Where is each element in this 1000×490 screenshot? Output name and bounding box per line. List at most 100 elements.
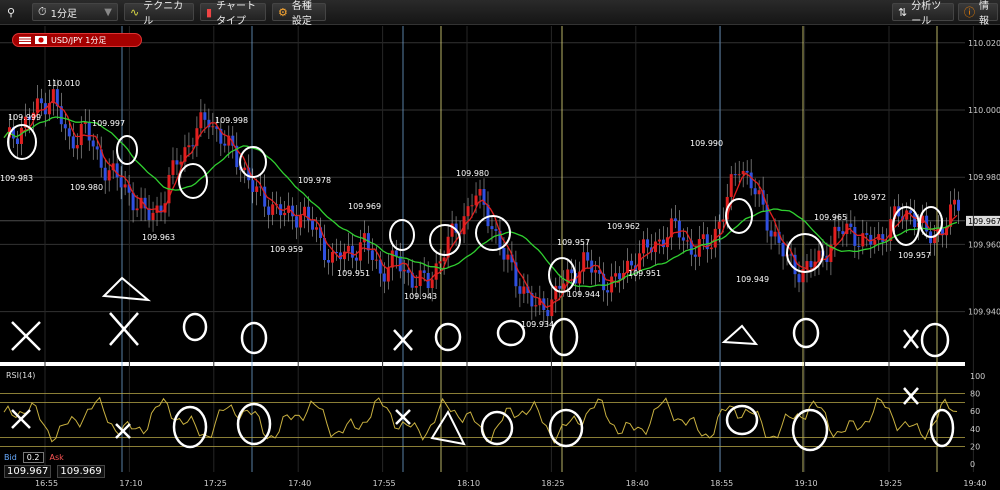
price-annotation: 109.965 bbox=[814, 213, 847, 222]
rsi-label: RSI(14) bbox=[6, 371, 35, 380]
price-annotation: 109.997 bbox=[92, 119, 125, 128]
candle-body bbox=[558, 285, 562, 289]
ask-price[interactable]: 109.969 bbox=[57, 465, 105, 478]
candle-body bbox=[741, 170, 745, 175]
time-tick-label: 17:40 bbox=[288, 479, 311, 488]
hand-drawn-circle bbox=[496, 319, 526, 347]
candle-body bbox=[15, 138, 19, 144]
ask-label: Ask bbox=[49, 453, 64, 462]
jp-flag-icon bbox=[35, 36, 47, 44]
candle-body bbox=[546, 309, 550, 317]
candle-body bbox=[957, 199, 961, 211]
hand-drawn-circle bbox=[116, 135, 138, 165]
time-tick-label: 18:40 bbox=[626, 479, 649, 488]
candle-body bbox=[151, 212, 155, 221]
candle-body bbox=[19, 127, 23, 144]
candle-body bbox=[570, 269, 574, 274]
candle-body bbox=[402, 269, 406, 272]
candle-body bbox=[283, 212, 287, 216]
price-tick-label: 110.000 bbox=[968, 106, 1000, 115]
rsi-tick-label: 0 bbox=[970, 460, 975, 469]
candle-body bbox=[773, 231, 777, 237]
price-tick-label: 109.940 bbox=[968, 308, 1000, 317]
candle-body bbox=[203, 112, 207, 120]
hand-drawn-circle bbox=[172, 405, 208, 449]
candle-body bbox=[267, 206, 271, 215]
candle-body bbox=[610, 276, 614, 293]
candle-body bbox=[857, 245, 861, 247]
candle-body bbox=[370, 250, 374, 260]
candle-body bbox=[681, 237, 685, 241]
price-annotation: 109.951 bbox=[628, 269, 661, 278]
hand-drawn-circle bbox=[389, 219, 415, 251]
candle-body bbox=[51, 89, 55, 104]
time-tick-label: 19:25 bbox=[879, 479, 902, 488]
candle-body bbox=[107, 170, 111, 181]
candle-body bbox=[853, 226, 857, 246]
candle-body bbox=[757, 190, 761, 195]
candle-body bbox=[75, 145, 79, 149]
price-annotation: 109.957 bbox=[557, 238, 590, 247]
price-annotation: 109.978 bbox=[298, 176, 331, 185]
hand-drawn-circle bbox=[480, 410, 514, 446]
candle-body bbox=[606, 290, 610, 293]
candle-body bbox=[709, 247, 713, 250]
rsi-tick-label: 20 bbox=[970, 442, 980, 451]
price-annotation: 109.969 bbox=[348, 202, 381, 211]
candle-body bbox=[550, 299, 554, 317]
candle-body bbox=[470, 205, 474, 207]
hand-drawn-circle bbox=[792, 317, 820, 349]
candle-body bbox=[642, 239, 645, 254]
us-flag-icon bbox=[19, 36, 31, 44]
candle-body bbox=[729, 174, 733, 197]
candle-body bbox=[251, 180, 255, 192]
candle-body bbox=[466, 206, 470, 217]
candle-body bbox=[614, 273, 618, 277]
time-tick-label: 18:10 bbox=[457, 479, 480, 488]
time-tick-label: 17:25 bbox=[204, 479, 227, 488]
rsi-tick-label: 40 bbox=[970, 425, 980, 434]
price-tick-label: 109.980 bbox=[968, 173, 1000, 182]
candle-body bbox=[35, 98, 39, 113]
candle-body bbox=[119, 177, 123, 188]
candle-body bbox=[374, 259, 378, 261]
hand-drawn-triangle bbox=[721, 324, 759, 346]
rsi-tick-label: 100 bbox=[970, 372, 985, 381]
candle-body bbox=[295, 216, 299, 228]
pair-label: USD/JPY 1分足 bbox=[51, 35, 107, 45]
candle-body bbox=[63, 124, 67, 129]
candle-body bbox=[737, 174, 741, 176]
candle-body bbox=[354, 257, 358, 261]
price-annotation: 109.944 bbox=[567, 290, 600, 299]
hand-drawn-circle bbox=[178, 163, 208, 199]
candle-body bbox=[506, 254, 510, 260]
candle-body bbox=[115, 163, 119, 178]
price-chart[interactable]: 110.020 110.000 109.980 109.960 109.940 109.9… bbox=[0, 0, 1000, 490]
candle-body bbox=[645, 239, 649, 248]
time-tick-label: 17:10 bbox=[119, 479, 142, 488]
candle-body bbox=[769, 230, 773, 237]
candle-body bbox=[147, 208, 151, 221]
bid-ask-panel: Bid 0.2 Ask 109.967 109.969 bbox=[4, 452, 105, 482]
candle-body bbox=[809, 261, 813, 268]
candle-body bbox=[749, 172, 753, 189]
bid-price[interactable]: 109.967 bbox=[4, 465, 52, 478]
candle-body bbox=[67, 128, 71, 137]
candle-body bbox=[618, 273, 622, 280]
price-annotation: 109.957 bbox=[898, 251, 931, 260]
candle-body bbox=[753, 188, 757, 195]
candle-body bbox=[95, 146, 99, 150]
price-annotation: 109.972 bbox=[853, 193, 886, 202]
candle-body bbox=[243, 167, 247, 171]
price-annotation: 109.999 bbox=[8, 113, 41, 122]
hand-drawn-circle bbox=[240, 321, 268, 355]
candle-body bbox=[135, 208, 139, 211]
candle-body bbox=[311, 220, 315, 230]
candle-body bbox=[534, 305, 538, 307]
candle-body bbox=[442, 257, 446, 262]
hand-drawn-circle bbox=[549, 317, 579, 357]
candle-body bbox=[434, 263, 438, 280]
price-annotation: 109.983 bbox=[0, 174, 33, 183]
price-tick-label: 110.020 bbox=[968, 39, 1000, 48]
rsi-tick-label: 80 bbox=[970, 390, 980, 399]
